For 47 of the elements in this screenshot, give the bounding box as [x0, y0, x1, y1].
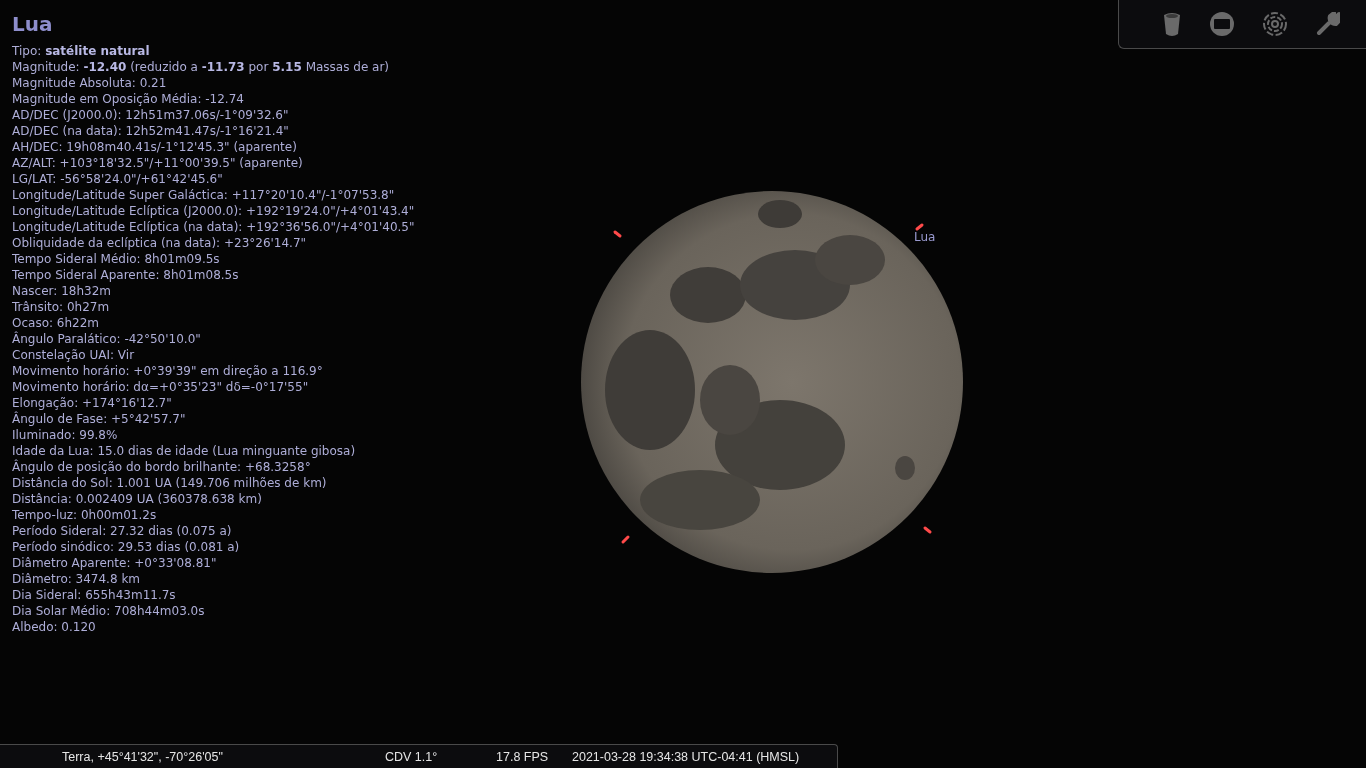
info-line: Dia Sideral: 655h43m11.7s [12, 587, 176, 603]
info-line: Movimento horário: dα=+0°35'23" dδ=-0°17'55" [12, 379, 309, 395]
info-line: Distância do Sol: 1.001 UA (149.706 milhões de km) [12, 475, 327, 491]
info-line: AH/DEC: 19h08m40.41s/-1°12'45.3" (aparente) [12, 139, 297, 155]
screen-icon[interactable] [1210, 12, 1235, 36]
info-line: Idade da Lua: 15.0 dias de idade (Lua minguante gibosa) [12, 443, 356, 459]
info-line: Período Sideral: 27.32 dias (0.075 a) [12, 523, 232, 539]
info-line: AD/DEC (J2000.0): 12h51m37.06s/-1°09'32.6" [12, 107, 289, 123]
info-line: Elongação: +174°16'12.7" [12, 395, 172, 411]
object-title: Lua [12, 11, 53, 38]
info-line: Magnitude Absoluta: 0.21 [12, 75, 167, 91]
cylinder-icon[interactable] [1163, 11, 1182, 37]
wrench-icon[interactable] [1315, 12, 1340, 36]
info-line: Movimento horário: +0°39'39" em direção a 116.9° [12, 363, 323, 379]
info-line: Magnitude em Oposição Média: -12.74 [12, 91, 244, 107]
info-line: Ocaso: 6h22m [12, 315, 100, 331]
info-line: AD/DEC (na data): 12h52m41.47s/-1°16'21.4" [12, 123, 289, 139]
field-of-view-text: CDV 1.1° [385, 749, 439, 764]
target-icon[interactable] [1262, 12, 1287, 36]
location-text: Terra, +45°41'32", -70°26'05" [62, 749, 224, 764]
info-line: Dia Solar Médio: 708h44m03.0s [12, 603, 205, 619]
info-line: Período sinódico: 29.53 dias (0.081 a) [12, 539, 240, 555]
date-time-text: 2021-03-28 19:34:38 UTC-04:41 (HMSL) [572, 749, 800, 764]
info-line: Magnitude: -12.40 (reduzido a -11.73 por 5.15 Massas de ar) [12, 59, 390, 75]
info-line: Obliquidade da eclíptica (na data): +23°26'14.7" [12, 235, 307, 251]
info-line: Constelação UAI: Vir [12, 347, 135, 363]
info-line: Albedo: 0.120 [12, 619, 96, 635]
info-line: Distância: 0.002409 UA (360378.638 km) [12, 491, 262, 507]
info-line: Trânsito: 0h27m [12, 299, 110, 315]
info-line: Ângulo Paralático: -42°50'10.0" [12, 331, 201, 347]
info-line: Tempo-luz: 0h00m01.2s [12, 507, 157, 523]
info-line: Longitude/Latitude Eclíptica (na data): +192°36'56.0"/+4°01'40.5" [12, 219, 415, 235]
info-line: AZ/ALT: +103°18'32.5"/+11°00'39.5" (aparente) [12, 155, 303, 171]
moon-label: Lua [914, 230, 936, 244]
fps-text: 17.8 FPS [496, 749, 550, 764]
info-line: Ângulo de posição do bordo brilhante: +68.3258° [12, 459, 311, 475]
info-line: Longitude/Latitude Eclíptica (J2000.0): +192°19'24.0"/+4°01'43.4" [12, 203, 415, 219]
info-line: Tipo: satélite natural [12, 43, 150, 59]
info-line: Tempo Sideral Médio: 8h01m09.5s [12, 251, 220, 267]
info-line: Ângulo de Fase: +5°42'57.7" [12, 411, 186, 427]
info-line: Diâmetro: 3474.8 km [12, 571, 140, 587]
info-line: Tempo Sideral Aparente: 8h01m08.5s [12, 267, 239, 283]
info-line: Longitude/Latitude Super Galáctica: +117°20'10.4"/-1°07'53.8" [12, 187, 395, 203]
info-line: LG/LAT: -56°58'24.0"/+61°42'45.6" [12, 171, 223, 187]
info-line: Iluminado: 99.8% [12, 427, 118, 443]
info-line: Diâmetro Aparente: +0°33'08.81" [12, 555, 217, 571]
info-line: Nascer: 18h32m [12, 283, 111, 299]
